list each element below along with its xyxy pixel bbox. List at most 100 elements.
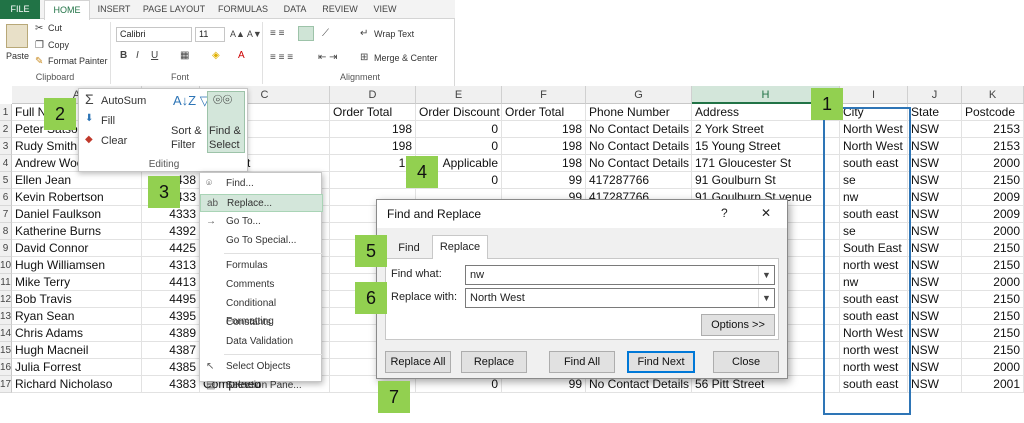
table-cell[interactable]: 4395 <box>142 308 200 325</box>
tab-home[interactable]: HOME <box>44 0 90 20</box>
table-cell[interactable]: NSW <box>908 155 962 172</box>
menu-item-data-validation[interactable]: Data Validation <box>200 333 323 351</box>
table-cell[interactable]: Chris Adams <box>12 325 142 342</box>
menu-item-conditional-formatting[interactable]: Conditional Formatting <box>200 295 323 327</box>
sort-filter-button[interactable]: Filter <box>171 139 195 151</box>
table-cell[interactable]: NSW <box>908 121 962 138</box>
table-cell[interactable]: No Contact Details <box>586 138 692 155</box>
table-cell[interactable]: 4425 <box>142 240 200 257</box>
table-cell[interactable]: Mike Terry <box>12 274 142 291</box>
font-size-box[interactable]: 11 <box>195 27 225 42</box>
orientation-icon[interactable]: ⟋ <box>322 28 329 40</box>
table-cell[interactable]: 2001 <box>962 376 1024 393</box>
menu-item-comments[interactable]: Comments <box>200 276 323 294</box>
table-cell[interactable]: 2150 <box>962 240 1024 257</box>
close-button[interactable]: Close <box>713 351 779 373</box>
table-cell[interactable]: No Contact Details <box>586 121 692 138</box>
header-cell[interactable]: Order Discount <box>416 104 502 121</box>
table-cell[interactable]: No Contact Details <box>586 155 692 172</box>
menu-item-find[interactable]: ⌾ Find... <box>200 175 323 193</box>
menu-item-select-objects[interactable]: ↖ Select Objects <box>200 358 323 376</box>
table-cell[interactable]: 4313 <box>142 257 200 274</box>
underline-icon[interactable]: U <box>151 50 158 62</box>
table-cell[interactable]: 0 <box>416 121 502 138</box>
table-cell[interactable]: 2153 <box>962 121 1024 138</box>
row-header[interactable]: 1 <box>0 104 12 121</box>
table-cell[interactable]: Katherine Burns <box>12 223 142 240</box>
table-cell[interactable]: NSW <box>908 342 962 359</box>
tab-replace[interactable]: Replace <box>432 235 488 259</box>
table-cell[interactable]: 4387 <box>142 342 200 359</box>
table-cell[interactable]: Bob Travis <box>12 291 142 308</box>
table-cell[interactable]: NSW <box>908 291 962 308</box>
table-cell[interactable]: 2150 <box>962 308 1024 325</box>
chevron-down-icon[interactable]: ▼ <box>758 266 774 284</box>
menu-item-constants[interactable]: Constants <box>200 314 323 332</box>
table-cell[interactable]: Hugh Williamsen <box>12 257 142 274</box>
column-header[interactable]: F <box>502 86 586 104</box>
table-cell[interactable]: 4389 <box>142 325 200 342</box>
table-cell[interactable]: 2153 <box>962 138 1024 155</box>
table-cell[interactable]: David Connor <box>12 240 142 257</box>
table-cell[interactable]: 198 <box>502 138 586 155</box>
header-cell[interactable]: State <box>908 104 962 121</box>
table-cell[interactable]: Hugh Macneil <box>12 342 142 359</box>
table-cell[interactable]: 2 York Street <box>692 121 840 138</box>
bold-icon[interactable]: B <box>120 50 127 62</box>
row-header[interactable]: 9 <box>0 240 12 257</box>
table-cell[interactable]: 9 <box>330 172 416 189</box>
table-cell[interactable]: 0 <box>416 138 502 155</box>
table-cell[interactable]: NSW <box>908 206 962 223</box>
table-cell[interactable]: Ellen Jean <box>12 172 142 189</box>
table-cell[interactable]: Julia Forrest <box>12 359 142 376</box>
borders-icon[interactable]: ▦ <box>180 50 189 62</box>
autosum-button[interactable]: AutoSum <box>101 95 146 107</box>
row-header[interactable]: 8 <box>0 223 12 240</box>
column-header[interactable]: E <box>416 86 502 104</box>
table-cell[interactable]: 2000 <box>962 359 1024 376</box>
table-cell[interactable]: 2150 <box>962 325 1024 342</box>
menu-item-formulas[interactable]: Formulas <box>200 257 323 275</box>
table-cell[interactable]: 2009 <box>962 206 1024 223</box>
replace-with-input[interactable]: North West ▼ <box>465 288 775 308</box>
table-cell[interactable]: 4333 <box>142 206 200 223</box>
table-cell[interactable]: 4413 <box>142 274 200 291</box>
tab-insert[interactable]: INSERT <box>92 0 136 19</box>
row-header[interactable]: 11 <box>0 274 12 291</box>
tab-formulas[interactable]: FORMULAS <box>214 0 272 19</box>
align-left-icon[interactable]: ≡ ≡ ≡ <box>270 52 293 64</box>
find-next-button[interactable]: Find Next <box>627 351 695 373</box>
clear-button[interactable]: Clear <box>101 135 127 147</box>
options-button[interactable]: Options >> <box>701 314 775 336</box>
table-cell[interactable]: NSW <box>908 257 962 274</box>
table-cell[interactable]: Daniel Faulkson <box>12 206 142 223</box>
replace-button[interactable]: Replace <box>461 351 527 373</box>
row-header[interactable]: 14 <box>0 325 12 342</box>
table-cell[interactable]: NSW <box>908 308 962 325</box>
font-color-icon[interactable]: A <box>238 50 245 62</box>
table-cell[interactable]: 2150 <box>962 172 1024 189</box>
tab-data[interactable]: DATA <box>278 0 312 19</box>
column-header[interactable]: I <box>840 86 908 104</box>
column-header[interactable]: K <box>962 86 1024 104</box>
tab-view[interactable]: VIEW <box>368 0 402 19</box>
table-cell[interactable]: 2150 <box>962 291 1024 308</box>
table-cell[interactable]: 2150 <box>962 342 1024 359</box>
column-header[interactable]: D <box>330 86 416 104</box>
header-cell[interactable]: Postcode <box>962 104 1024 121</box>
merge-center-button[interactable]: Merge & Center <box>374 53 438 63</box>
row-header[interactable]: 2 <box>0 121 12 138</box>
format-painter-button[interactable]: Format Painter <box>48 56 108 66</box>
italic-icon[interactable]: I <box>136 50 139 62</box>
column-header[interactable]: J <box>908 86 962 104</box>
table-cell[interactable]: 4495 <box>142 291 200 308</box>
close-icon[interactable]: ✕ <box>761 206 771 220</box>
table-cell[interactable]: 2150 <box>962 257 1024 274</box>
table-cell[interactable]: 4383 <box>142 376 200 393</box>
row-header[interactable]: 5 <box>0 172 12 189</box>
row-header[interactable]: 13 <box>0 308 12 325</box>
menu-item-selection-pane[interactable]: ▤ Selection Pane... <box>200 377 323 395</box>
table-cell[interactable]: 198 <box>330 138 416 155</box>
table-cell[interactable]: NSW <box>908 138 962 155</box>
tab-page-layout[interactable]: PAGE LAYOUT <box>140 0 208 19</box>
